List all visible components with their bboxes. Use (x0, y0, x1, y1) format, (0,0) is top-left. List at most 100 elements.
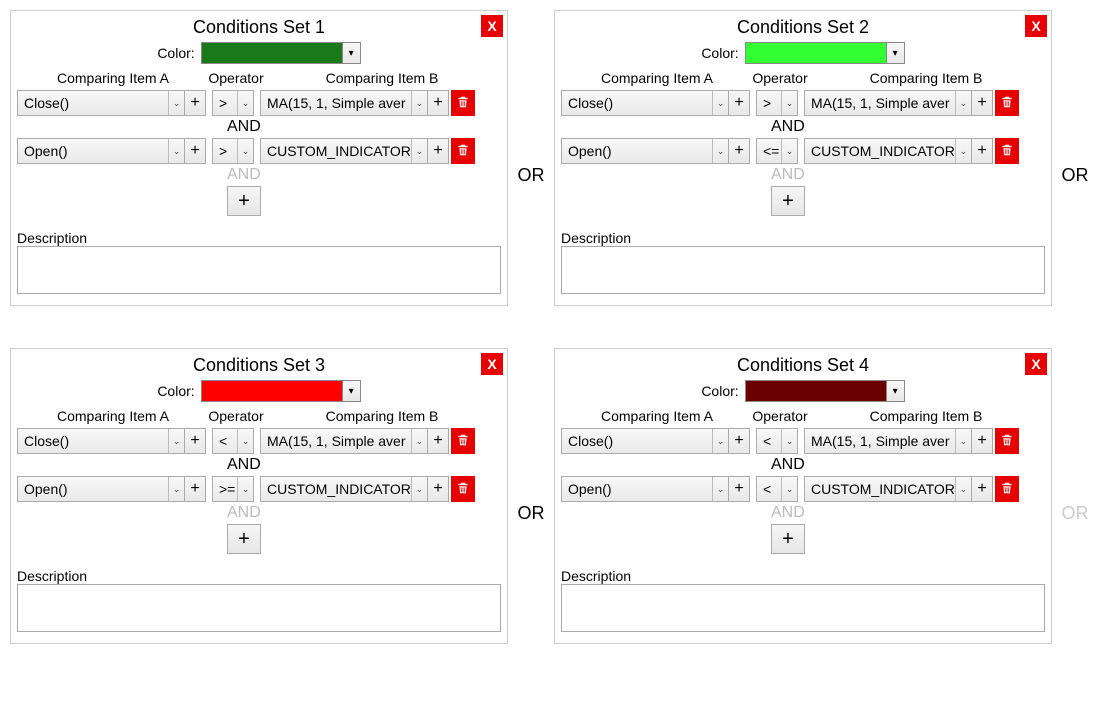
comparing-item-a-select[interactable]: Close()⌄ (561, 428, 729, 454)
comparing-item-a-select[interactable]: Close()⌄ (17, 428, 185, 454)
comparing-item-b-select[interactable]: MA(15, 1, Simple aver⌄ (260, 428, 428, 454)
close-panel-button[interactable]: X (481, 353, 503, 375)
chevron-down-icon[interactable]: ⌄ (237, 477, 253, 501)
close-panel-button[interactable]: X (481, 15, 503, 37)
chevron-down-icon[interactable]: ⌄ (411, 429, 427, 453)
color-row: Color:▾ (17, 380, 501, 402)
chevron-down-icon[interactable]: ⌄ (168, 429, 184, 453)
chevron-down-icon[interactable]: ⌄ (712, 429, 728, 453)
comparing-item-b-select[interactable]: CUSTOM_INDICATOR(⌄ (260, 138, 428, 164)
add-condition-button[interactable]: + (227, 186, 261, 216)
chevron-down-icon[interactable]: ⌄ (411, 91, 427, 115)
color-picker[interactable]: ▾ (201, 42, 361, 64)
comparing-item-a-select[interactable]: Open()⌄ (561, 476, 729, 502)
add-param-b-button[interactable]: + (971, 476, 993, 502)
chevron-down-icon[interactable]: ⌄ (411, 139, 427, 163)
chevron-down-icon[interactable]: ⌄ (237, 139, 253, 163)
chevron-down-icon[interactable]: ⌄ (955, 91, 971, 115)
comparing-item-b-select[interactable]: MA(15, 1, Simple aver⌄ (804, 90, 972, 116)
comparing-item-b-select[interactable]: CUSTOM_INDICATOR(⌄ (804, 476, 972, 502)
add-condition-button[interactable]: + (227, 524, 261, 554)
add-param-a-button[interactable]: + (728, 428, 750, 454)
comparing-item-b-select-value: CUSTOM_INDICATOR( (261, 477, 411, 501)
operator-select[interactable]: >⌄ (756, 90, 798, 116)
add-param-b-button[interactable]: + (971, 138, 993, 164)
add-param-b-button[interactable]: + (427, 90, 449, 116)
chevron-down-icon[interactable]: ▾ (886, 43, 904, 63)
delete-row-button[interactable] (451, 476, 475, 502)
chevron-down-icon[interactable]: ⌄ (237, 91, 253, 115)
operator-select[interactable]: >⌄ (212, 90, 254, 116)
comparing-item-a-select[interactable]: Close()⌄ (17, 90, 185, 116)
header-comparing-a: Comparing Item A (19, 408, 207, 424)
add-param-b-button[interactable]: + (971, 428, 993, 454)
add-param-a-button[interactable]: + (728, 138, 750, 164)
operator-select[interactable]: <=⌄ (756, 138, 798, 164)
delete-row-button[interactable] (995, 428, 1019, 454)
comparing-item-b-select[interactable]: MA(15, 1, Simple aver⌄ (804, 428, 972, 454)
operator-select[interactable]: >=⌄ (212, 476, 254, 502)
chevron-down-icon[interactable]: ⌄ (781, 477, 797, 501)
add-param-a-button[interactable]: + (184, 476, 206, 502)
comparing-item-a-select[interactable]: Open()⌄ (17, 138, 185, 164)
close-panel-button[interactable]: X (1025, 353, 1047, 375)
comparing-item-b-select[interactable]: CUSTOM_INDICATOR(⌄ (260, 476, 428, 502)
chevron-down-icon[interactable]: ⌄ (712, 91, 728, 115)
chevron-down-icon[interactable]: ▾ (342, 43, 360, 63)
add-param-b-button[interactable]: + (971, 90, 993, 116)
chevron-down-icon[interactable]: ⌄ (955, 477, 971, 501)
comparing-item-a-select[interactable]: Close()⌄ (561, 90, 729, 116)
add-param-b-button[interactable]: + (427, 428, 449, 454)
add-condition-button[interactable]: + (771, 524, 805, 554)
color-picker[interactable]: ▾ (745, 42, 905, 64)
chevron-down-icon[interactable]: ⌄ (712, 139, 728, 163)
chevron-down-icon[interactable]: ▾ (886, 381, 904, 401)
comparing-item-b-select[interactable]: MA(15, 1, Simple aver⌄ (260, 90, 428, 116)
operator-select[interactable]: <⌄ (212, 428, 254, 454)
add-condition-button[interactable]: + (771, 186, 805, 216)
chevron-down-icon[interactable]: ⌄ (712, 477, 728, 501)
chevron-down-icon[interactable]: ⌄ (411, 477, 427, 501)
add-param-b-button[interactable]: + (427, 476, 449, 502)
chevron-down-icon[interactable]: ⌄ (168, 139, 184, 163)
comparing-item-a-select[interactable]: Open()⌄ (561, 138, 729, 164)
chevron-down-icon[interactable]: ⌄ (955, 429, 971, 453)
description-input[interactable] (561, 246, 1045, 294)
add-param-a-button[interactable]: + (184, 90, 206, 116)
delete-row-button[interactable] (995, 90, 1019, 116)
operator-select[interactable]: <⌄ (756, 476, 798, 502)
delete-row-button[interactable] (995, 138, 1019, 164)
conditions-set-panel: XConditions Set 4Color:▾Comparing Item A… (554, 348, 1052, 644)
trash-icon (1000, 94, 1014, 113)
add-param-a-button[interactable]: + (728, 90, 750, 116)
chevron-down-icon[interactable]: ⌄ (237, 429, 253, 453)
comparing-item-b-select[interactable]: CUSTOM_INDICATOR(⌄ (804, 138, 972, 164)
operator-select[interactable]: <⌄ (756, 428, 798, 454)
description-input[interactable] (17, 246, 501, 294)
delete-row-button[interactable] (451, 90, 475, 116)
add-param-a-button[interactable]: + (184, 428, 206, 454)
operator-select[interactable]: >⌄ (212, 138, 254, 164)
delete-row-button[interactable] (451, 428, 475, 454)
chevron-down-icon[interactable]: ⌄ (781, 91, 797, 115)
color-picker[interactable]: ▾ (745, 380, 905, 402)
add-param-b-button[interactable]: + (427, 138, 449, 164)
comparing-item-b-select-value: CUSTOM_INDICATOR( (805, 477, 955, 501)
color-picker[interactable]: ▾ (201, 380, 361, 402)
description-input[interactable] (17, 584, 501, 632)
add-param-a-button[interactable]: + (728, 476, 750, 502)
delete-row-button[interactable] (995, 476, 1019, 502)
close-panel-button[interactable]: X (1025, 15, 1047, 37)
chevron-down-icon[interactable]: ▾ (342, 381, 360, 401)
chevron-down-icon[interactable]: ⌄ (168, 91, 184, 115)
comparing-item-b-select-value: MA(15, 1, Simple aver (261, 429, 411, 453)
chevron-down-icon[interactable]: ⌄ (781, 139, 797, 163)
chevron-down-icon[interactable]: ⌄ (781, 429, 797, 453)
add-param-a-button[interactable]: + (184, 138, 206, 164)
and-connector: AND (227, 166, 501, 184)
chevron-down-icon[interactable]: ⌄ (955, 139, 971, 163)
description-input[interactable] (561, 584, 1045, 632)
chevron-down-icon[interactable]: ⌄ (168, 477, 184, 501)
delete-row-button[interactable] (451, 138, 475, 164)
comparing-item-a-select[interactable]: Open()⌄ (17, 476, 185, 502)
